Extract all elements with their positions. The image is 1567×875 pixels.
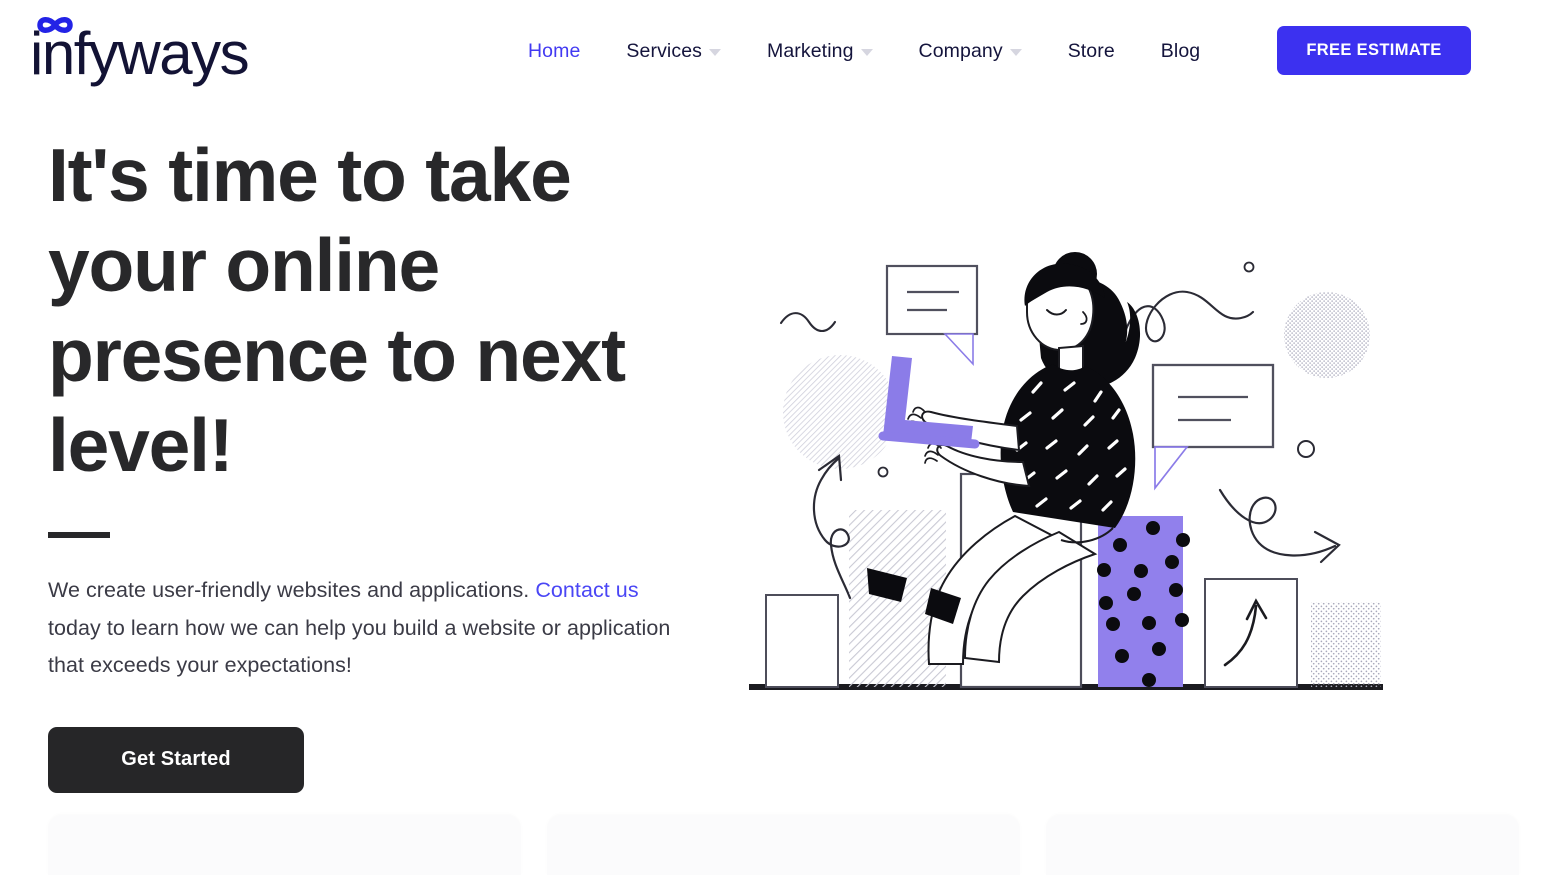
nav-item-store[interactable]: Store bbox=[1045, 30, 1138, 72]
title-divider bbox=[48, 532, 110, 538]
hero-illustration bbox=[735, 240, 1415, 710]
peek-card-3[interactable] bbox=[1046, 815, 1519, 875]
contact-us-link[interactable]: Contact us bbox=[535, 578, 638, 602]
free-estimate-button[interactable]: FREE ESTIMATE bbox=[1277, 26, 1471, 75]
nav-label: Home bbox=[528, 40, 581, 62]
nav-item-home[interactable]: Home bbox=[505, 30, 603, 72]
small-circle-icon bbox=[1297, 440, 1315, 458]
laptop bbox=[883, 356, 973, 443]
nav-item-company[interactable]: Company bbox=[896, 30, 1045, 72]
hero-description-part2: today to learn how we can help you build… bbox=[48, 615, 671, 678]
speech-bubble-large-icon bbox=[1151, 363, 1275, 491]
landing-page: infyways Home Services Marketing Company… bbox=[0, 0, 1567, 875]
nav-label: Marketing bbox=[767, 40, 854, 62]
next-section-cards bbox=[0, 805, 1567, 875]
nav-item-blog[interactable]: Blog bbox=[1138, 30, 1223, 72]
squiggle-line-icon bbox=[779, 312, 837, 333]
curly-arrow-up-icon bbox=[812, 454, 852, 600]
nav-label: Services bbox=[626, 40, 702, 62]
chevron-down-icon bbox=[860, 49, 873, 56]
squiggle-line-icon bbox=[1123, 290, 1255, 343]
hatched-circle-icon bbox=[783, 355, 897, 469]
peek-card-2[interactable] bbox=[547, 815, 1020, 875]
nav-label: Blog bbox=[1160, 40, 1201, 62]
hero-description: We create user-friendly websites and app… bbox=[48, 572, 688, 685]
bar-stippled bbox=[1311, 602, 1381, 687]
page-title: It's time to take your online presence t… bbox=[48, 133, 626, 487]
svg-text:infyways: infyways bbox=[30, 20, 248, 87]
hero-description-part1: We create user-friendly websites and app… bbox=[48, 578, 536, 602]
speech-bubble-icon bbox=[885, 264, 979, 367]
brand-logo[interactable]: infyways bbox=[30, 8, 300, 88]
small-circle-icon bbox=[1243, 261, 1255, 273]
stippled-circle-icon bbox=[1284, 292, 1370, 378]
hero-section: It's time to take your online presence t… bbox=[48, 130, 728, 793]
chevron-down-icon bbox=[1009, 49, 1022, 56]
nav-label: Store bbox=[1067, 40, 1115, 62]
site-header: infyways Home Services Marketing Company… bbox=[0, 0, 1567, 101]
small-circle-icon bbox=[877, 466, 889, 478]
peek-card-1[interactable] bbox=[48, 815, 521, 875]
nav-label: Company bbox=[918, 40, 1003, 62]
bar-plain bbox=[765, 594, 839, 688]
looped-arrow-right-icon bbox=[1218, 488, 1341, 564]
get-started-button[interactable]: Get Started bbox=[48, 726, 304, 793]
nav-item-marketing[interactable]: Marketing bbox=[744, 30, 896, 72]
nav-item-services[interactable]: Services bbox=[603, 30, 744, 72]
chevron-down-icon bbox=[709, 49, 721, 56]
main-navigation: Home Services Marketing Company Store Bl… bbox=[505, 30, 1223, 72]
